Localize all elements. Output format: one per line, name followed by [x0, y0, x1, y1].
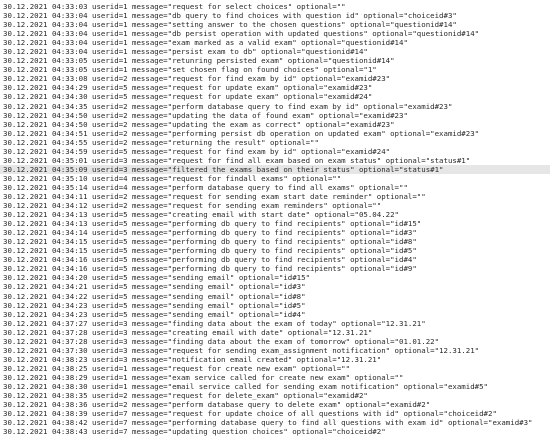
log-line: 30.12.2021 04:34:29 userid=5 message="re… — [3, 83, 373, 93]
log-viewer[interactable]: 30.12.2021 04:33:03 userid=1 message="re… — [0, 0, 550, 440]
log-line: 30.12.2021 04:33:05 userid=1 message="re… — [3, 56, 395, 66]
log-line: 30.12.2021 04:34:50 userid=2 message="up… — [3, 110, 408, 120]
log-line: 30.12.2021 04:33:03 userid=1 message="re… — [3, 2, 346, 11]
log-line: 30.12.2021 04:34:22 userid=5 message="se… — [3, 291, 306, 301]
log-line: 30.12.2021 04:34:16 userid=5 message="pe… — [3, 255, 417, 265]
log-line: 30.12.2021 04:38:42 userid=7 message="pe… — [3, 418, 533, 428]
log-line: 30.12.2021 04:33:05 userid=1 message="se… — [3, 65, 377, 75]
log-line: 30.12.2021 04:33:04 userid=1 message="ex… — [3, 38, 408, 48]
log-line: 30.12.2021 04:34:16 userid=5 message="pe… — [3, 264, 417, 274]
log-line: 30.12.2021 04:38:29 userid=1 message="ex… — [3, 372, 404, 382]
log-line: 30.12.2021 04:38:43 userid=7 message="up… — [3, 427, 386, 437]
log-line: 30.12.2021 04:34:23 userid=5 message="se… — [3, 309, 306, 319]
log-line: 30.12.2021 04:38:39 userid=7 message="re… — [3, 409, 497, 419]
log-line: 30.12.2021 04:38:36 userid=2 message="pe… — [3, 400, 431, 410]
log-line: 30.12.2021 04:34:50 userid=2 message="up… — [3, 119, 395, 129]
log-line: 30.12.2021 04:33:04 userid=1 message="pe… — [3, 47, 368, 57]
log-line: 30.12.2021 04:34:12 userid=2 message="re… — [3, 201, 382, 211]
log-line: 30.12.2021 04:33:04 userid=1 message="se… — [3, 20, 457, 30]
log-line: 30.12.2021 04:34:51 userid=2 message="pe… — [3, 128, 480, 138]
log-line: 30.12.2021 04:37:27 userid=3 message="fi… — [3, 318, 426, 328]
log-line: 30.12.2021 04:34:15 userid=5 message="pe… — [3, 246, 417, 256]
log-line: 30.12.2021 04:33:08 userid=2 message="re… — [3, 74, 391, 84]
log-line: 30.12.2021 04:35:01 userid=3 message="re… — [3, 155, 471, 165]
log-line: 30.12.2021 04:33:04 userid=1 message="db… — [3, 11, 457, 21]
log-line: 30.12.2021 04:35:14 userid=4 message="pe… — [3, 182, 408, 192]
log-line: 30.12.2021 04:33:04 userid=1 message="db… — [3, 29, 480, 39]
log-line: 30.12.2021 04:34:15 userid=5 message="pe… — [3, 237, 417, 247]
log-line: 30.12.2021 04:34:13 userid=5 message="pe… — [3, 219, 422, 229]
log-line-selected: 30.12.2021 04:35:09 userid=3 message="fi… — [0, 164, 550, 174]
log-line: 30.12.2021 04:37:28 userid=3 message="cr… — [3, 327, 373, 337]
log-line: 30.12.2021 04:34:11 userid=2 message="re… — [3, 191, 426, 201]
log-line: 30.12.2021 04:34:21 userid=5 message="se… — [3, 282, 306, 292]
log-line: 30.12.2021 04:38:23 userid=3 message="no… — [3, 354, 382, 364]
log-line: 30.12.2021 04:34:30 userid=5 message="re… — [3, 92, 373, 102]
log-line: 30.12.2021 04:34:59 userid=5 message="re… — [3, 146, 391, 156]
log-line: 30.12.2021 04:34:23 userid=5 message="se… — [3, 300, 306, 310]
log-line: 30.12.2021 04:38:30 userid=1 message="em… — [3, 381, 488, 391]
log-line: 30.12.2021 04:34:20 userid=5 message="se… — [3, 273, 311, 283]
log-line: 30.12.2021 04:37:30 userid=3 message="re… — [3, 345, 480, 355]
log-line: 30.12.2021 04:38:35 userid=2 message="re… — [3, 391, 368, 401]
log-line: 30.12.2021 04:34:14 userid=5 message="pe… — [3, 228, 417, 238]
log-line: 30.12.2021 04:37:28 userid=3 message="fi… — [3, 336, 440, 346]
log-line: 30.12.2021 04:34:35 userid=2 message="pe… — [3, 101, 453, 111]
log-line: 30.12.2021 04:34:55 userid=2 message="re… — [3, 137, 319, 147]
log-line: 30.12.2021 04:34:13 userid=5 message="cr… — [3, 210, 400, 220]
log-line: 30.12.2021 04:38:25 userid=1 message="re… — [3, 363, 351, 373]
log-line: 30.12.2021 04:35:10 userid=4 message="re… — [3, 173, 342, 183]
